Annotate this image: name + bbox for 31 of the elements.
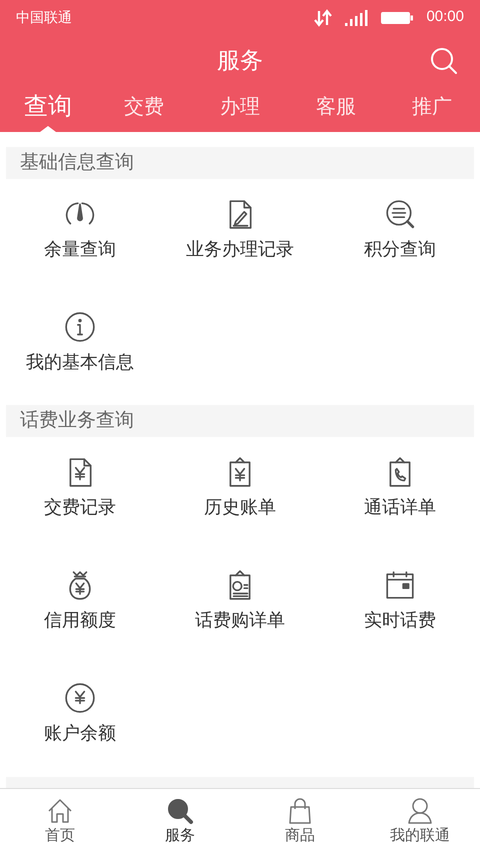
yen-coin-icon <box>64 682 96 714</box>
calendar-icon <box>384 569 416 601</box>
menu-item[interactable]: 我的基本信息 <box>0 292 160 405</box>
section-header: 话费业务查询 <box>6 405 474 437</box>
search-icon <box>166 797 194 825</box>
menu-item[interactable]: 业务办理记录 <box>160 179 320 292</box>
carrier-name: 中国联通 <box>16 8 72 27</box>
menu-item[interactable]: 实时话费 <box>320 550 480 663</box>
menu-item[interactable]: 通话详单 <box>320 437 480 550</box>
nav-item[interactable]: 商品 <box>240 789 360 854</box>
menu-item[interactable]: 交费记录 <box>0 437 160 550</box>
coins-search-icon <box>384 198 416 230</box>
menu-item[interactable]: 历史账单 <box>160 437 320 550</box>
home-icon <box>46 797 74 825</box>
menu-item[interactable]: 话费购详单 <box>160 550 320 663</box>
search-button[interactable] <box>428 45 460 77</box>
data-transfer-icon <box>314 8 332 26</box>
battery-icon <box>380 10 414 26</box>
menu-item[interactable]: 信用额度 <box>0 550 160 663</box>
nav-item[interactable]: 我的联通 <box>360 789 480 854</box>
user-icon <box>406 797 434 825</box>
nav-item[interactable]: 服务 <box>120 789 240 854</box>
clock-time: 00:00 <box>426 7 464 28</box>
menu-item[interactable]: 积分查询 <box>320 179 480 292</box>
section-header: 基础信息查询 <box>6 147 474 179</box>
menu-item[interactable]: 余量查询 <box>0 179 160 292</box>
signal-icon <box>344 8 368 26</box>
nav-item[interactable]: 首页 <box>0 789 120 854</box>
page-title: 服务 <box>217 46 263 75</box>
menu-item[interactable]: 账户余额 <box>0 663 160 776</box>
info-icon <box>64 311 96 343</box>
